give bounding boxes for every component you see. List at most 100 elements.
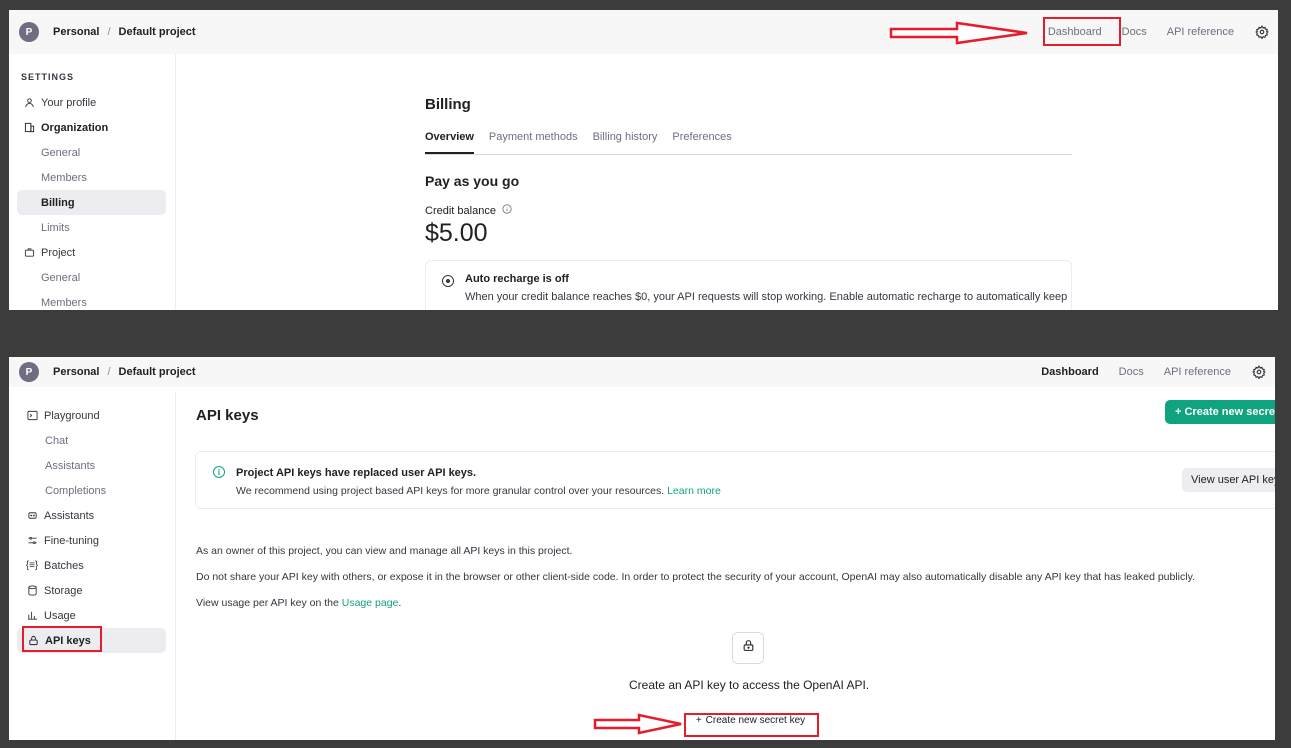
terminal-icon [26, 410, 38, 422]
api-keys-content: API keys + Create new secret i Project A… [177, 397, 1275, 740]
nav-dashboard-link[interactable]: Dashboard [1041, 366, 1098, 378]
sidebar-item-label: Organization [41, 121, 109, 134]
braces-icon: {≡} [25, 560, 39, 571]
database-icon [26, 585, 38, 597]
sidebar-item-storage[interactable]: Storage [9, 578, 175, 603]
empty-state-title: Create an API key to access the OpenAI A… [629, 678, 870, 692]
arrow-right-icon [593, 713, 682, 735]
create-new-secret-key-button[interactable]: + Create new secret [1165, 400, 1275, 424]
sidebar-item-usage[interactable]: Usage [9, 603, 175, 628]
breadcrumb-project[interactable]: Default project [119, 366, 196, 378]
sidebar-item-billing[interactable]: Billing [17, 190, 166, 215]
credit-balance-label: Credit balance [425, 204, 1072, 217]
info-icon: i [213, 466, 225, 478]
sidebar-item-label: Project [41, 246, 76, 259]
header-nav: Dashboard Docs API reference [1041, 357, 1275, 387]
usage-info-suffix: . [398, 597, 402, 609]
sidebar-item-label: Billing [41, 196, 75, 209]
sidebar-item-project-general[interactable]: General [9, 265, 175, 290]
sidebar-item-limits[interactable]: Limits [9, 215, 175, 240]
notice-text: We recommend using project based API key… [236, 485, 721, 497]
nav-docs-link[interactable]: Docs [1119, 366, 1144, 378]
learn-more-link[interactable]: Learn more [667, 485, 721, 497]
sidebar-item-assistants[interactable]: Assistants [9, 503, 175, 528]
sidebar-heading: SETTINGS [21, 72, 75, 82]
tab-payment-methods[interactable]: Payment methods [489, 131, 578, 154]
sidebar-item-label: Usage [44, 609, 76, 622]
info-icon[interactable] [502, 204, 512, 217]
avatar[interactable]: P [19, 362, 39, 382]
sidebar-item-label: Members [41, 296, 87, 309]
sidebar-item-label: Fine-tuning [44, 534, 100, 547]
sidebar-item-label: Assistants [44, 509, 95, 522]
sidebar-item-your-profile[interactable]: Your profile [9, 90, 175, 115]
notice-banner: i Project API keys have replaced user AP… [195, 451, 1275, 509]
page-title: API keys [196, 407, 259, 424]
sidebar-item-batches[interactable]: {≡} Batches [9, 553, 175, 578]
billing-screenshot-panel: P Personal / Default project Dashboard D… [9, 10, 1278, 310]
sidebar-item-project-members[interactable]: Members [9, 290, 175, 310]
create-key-highlight-box [684, 713, 819, 737]
view-user-api-keys-button[interactable]: View user API keys [1182, 468, 1275, 492]
notice-title: Project API keys have replaced user API … [236, 467, 477, 479]
billing-content: Billing Overview Payment methods Billing… [177, 54, 1278, 310]
sidebar-item-label: Assistants [45, 459, 96, 472]
sidebar-item-label: Limits [41, 221, 70, 234]
security-warning-text: Do not share your API key with others, o… [196, 571, 1195, 583]
arrow-right-icon [889, 21, 1028, 45]
sidebar-item-project[interactable]: Project [9, 240, 175, 265]
billing-section: Billing Overview Payment methods Billing… [425, 54, 1072, 310]
sidebar-item-label: General [41, 146, 81, 159]
user-icon [23, 97, 35, 109]
owner-info-text: As an owner of this project, you can vie… [196, 545, 573, 557]
breadcrumb-project[interactable]: Default project [119, 26, 196, 38]
breadcrumb: P Personal / Default project [9, 22, 196, 42]
usage-page-link[interactable]: Usage page [342, 597, 399, 609]
breadcrumb-org[interactable]: Personal [53, 26, 99, 38]
lock-icon [742, 639, 755, 657]
sidebar-item-label: Batches [44, 559, 84, 572]
tab-overview[interactable]: Overview [425, 131, 474, 154]
sidebar-item-org-general[interactable]: General [9, 140, 175, 165]
sidebar-item-playground[interactable]: Playground [9, 403, 175, 428]
tab-billing-history[interactable]: Billing history [593, 131, 658, 154]
sidebar-item-label: Members [41, 171, 87, 184]
auto-recharge-title: Auto recharge is off [465, 273, 569, 285]
page-title: Billing [425, 96, 471, 113]
building-icon [23, 122, 35, 134]
sidebar-item-chat[interactable]: Chat [9, 428, 175, 453]
nav-api-reference-link[interactable]: API reference [1167, 26, 1234, 38]
sidebar-item-label: Chat [45, 434, 69, 447]
gear-icon[interactable] [1251, 364, 1267, 380]
breadcrumb-separator: / [107, 366, 111, 378]
briefcase-icon [23, 247, 35, 259]
api-keys-highlight-box [22, 626, 102, 652]
sliders-icon [26, 535, 38, 547]
sidebar-item-label: General [41, 271, 81, 284]
sidebar-item-label: Completions [45, 484, 107, 497]
settings-sidebar: SETTINGS Your profile Organization Gener… [9, 54, 176, 310]
nav-api-reference-link[interactable]: API reference [1164, 366, 1231, 378]
dashboard-sidebar: Playground Chat Assistants Completions A… [9, 392, 176, 740]
gear-icon[interactable] [1254, 24, 1270, 40]
plan-heading: Pay as you go [425, 173, 520, 189]
robot-icon [26, 510, 38, 522]
tab-preferences[interactable]: Preferences [672, 131, 731, 154]
breadcrumb-org[interactable]: Personal [53, 366, 99, 378]
billing-tabs: Overview Payment methods Billing history… [425, 131, 1072, 155]
sidebar-item-completions[interactable]: Completions [9, 478, 175, 503]
usage-info-text: View usage per API key on the Usage page… [196, 597, 401, 609]
notice-body: We recommend using project based API key… [236, 485, 665, 497]
sidebar-item-organization[interactable]: Organization [9, 115, 175, 140]
sidebar-item-org-members[interactable]: Members [9, 165, 175, 190]
empty-state-lock [732, 632, 764, 664]
credit-balance-text: Credit balance [425, 204, 496, 217]
sidebar-item-playground-assistants[interactable]: Assistants [9, 453, 175, 478]
avatar[interactable]: P [19, 22, 39, 42]
top-navigation-bar: P Personal / Default project Dashboard D… [9, 357, 1275, 387]
breadcrumb-separator: / [107, 26, 111, 38]
nav-docs-link[interactable]: Docs [1122, 26, 1147, 38]
bar-chart-icon [26, 610, 38, 622]
sidebar-item-fine-tuning[interactable]: Fine-tuning [9, 528, 175, 553]
auto-recharge-text: When your credit balance reaches $0, you… [465, 291, 1068, 303]
